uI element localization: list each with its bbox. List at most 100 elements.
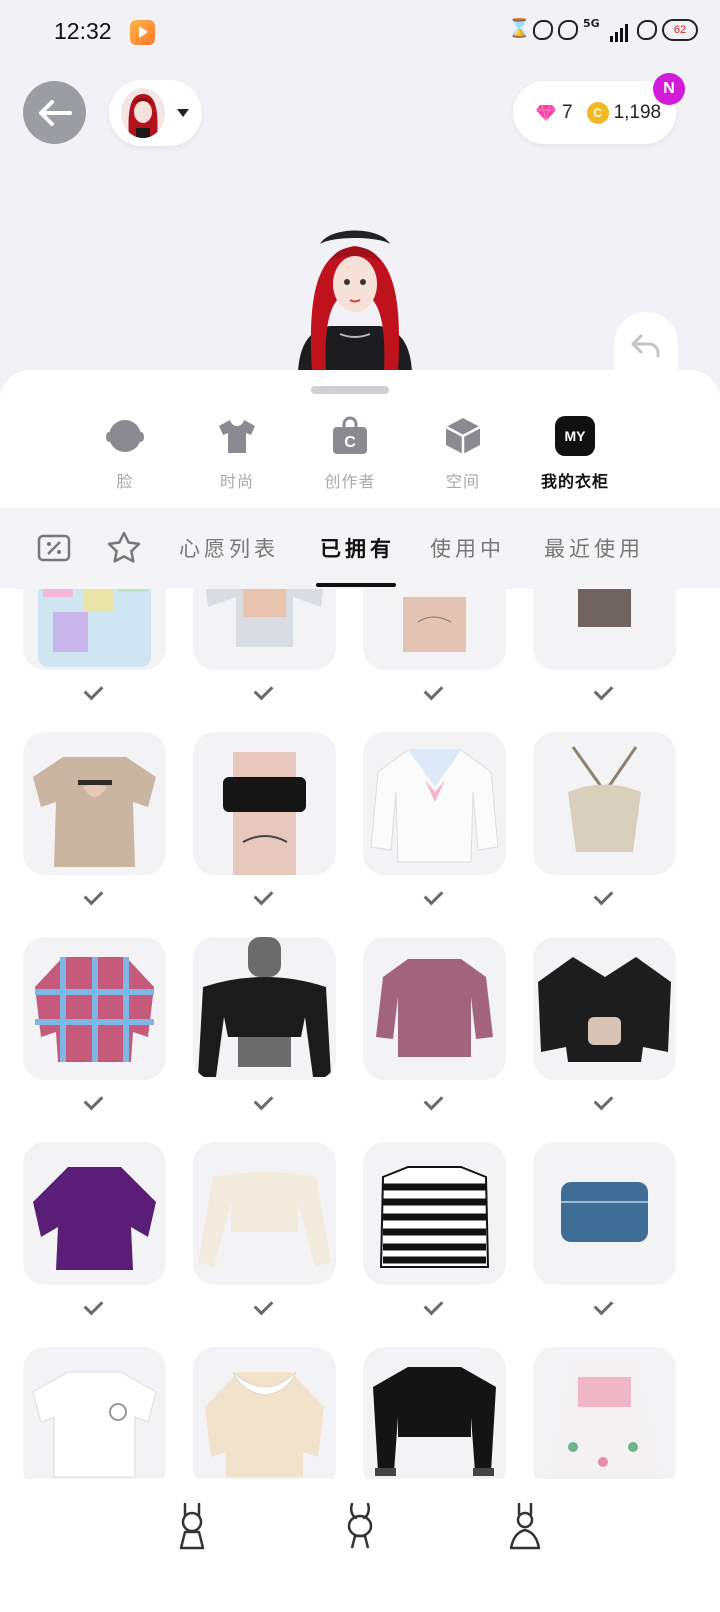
clothing-item-mauve-sweater[interactable] bbox=[363, 937, 506, 1080]
svg-text:C: C bbox=[344, 434, 356, 451]
avatar-switcher[interactable] bbox=[109, 80, 202, 146]
clothing-item-striped-tee[interactable] bbox=[363, 1142, 506, 1285]
owned-check-icon bbox=[592, 890, 618, 906]
clothing-item-beige-keyhole-tee[interactable] bbox=[23, 732, 166, 875]
clothing-thumbnail bbox=[379, 1166, 490, 1268]
clothing-item-white-sailor-sweater[interactable] bbox=[363, 732, 506, 875]
bunny-doll-icon[interactable] bbox=[172, 1502, 212, 1550]
clothing-item-cream-off-shoulder-top[interactable] bbox=[193, 1142, 336, 1285]
favorites-button[interactable] bbox=[106, 530, 142, 566]
clothing-thumbnail bbox=[33, 757, 156, 867]
clothing-item-black-off-shoulder-top[interactable] bbox=[193, 937, 336, 1080]
owned-check-icon bbox=[252, 1095, 278, 1111]
clothing-thumbnail bbox=[561, 1182, 648, 1242]
hourglass-icon bbox=[506, 18, 530, 42]
clothing-thumbnail bbox=[547, 1362, 662, 1479]
owned-check-icon bbox=[422, 1095, 448, 1111]
doodle-icon-2 bbox=[558, 20, 578, 40]
bunny-dress-icon[interactable] bbox=[505, 1502, 545, 1550]
space-cube-icon bbox=[443, 416, 483, 456]
clothing-item-white-ruffle-collar-top[interactable] bbox=[533, 589, 676, 670]
face-icon bbox=[105, 416, 145, 456]
clothing-item-denim-tube-top[interactable] bbox=[533, 1142, 676, 1285]
gem-count: 7 bbox=[562, 101, 573, 123]
character-preview[interactable] bbox=[290, 222, 420, 372]
category-label: 空间 bbox=[445, 472, 480, 491]
bunny-character-icon[interactable] bbox=[340, 1502, 380, 1550]
owned-check-icon bbox=[252, 1300, 278, 1316]
tab-recently-used[interactable]: 最近使用 bbox=[544, 533, 644, 563]
category-label: 我的衣柜 bbox=[540, 472, 609, 491]
clothing-thumbnail bbox=[35, 957, 154, 1062]
clothing-item-plaid-flannel-shirt[interactable] bbox=[23, 937, 166, 1080]
clothing-thumbnail bbox=[370, 749, 499, 863]
clothing-thumbnail bbox=[373, 1367, 496, 1476]
clothing-thumbnail bbox=[388, 589, 481, 652]
notification-badge[interactable]: N bbox=[653, 73, 685, 105]
gem-icon bbox=[536, 104, 556, 121]
status-time: 12:32 bbox=[54, 18, 112, 44]
owned-check-icon bbox=[82, 890, 108, 906]
tshirt-icon bbox=[217, 416, 257, 456]
discount-button[interactable] bbox=[36, 530, 72, 566]
owned-check-icon bbox=[252, 890, 278, 906]
clothing-thumbnail bbox=[568, 746, 641, 852]
clothing-thumbnail bbox=[205, 589, 324, 647]
clothing-item-black-bear-cardigan[interactable] bbox=[533, 937, 676, 1080]
clothing-item-white-graphic-tee[interactable] bbox=[23, 1347, 166, 1479]
tab-in-use[interactable]: 使用中 bbox=[430, 533, 505, 563]
doodle-icon-3 bbox=[637, 20, 657, 40]
network-type: 5G bbox=[583, 17, 600, 30]
owned-check-icon bbox=[422, 685, 448, 701]
bottom-nav bbox=[0, 1480, 720, 1612]
clothing-item-black-feather-crop-jacket[interactable] bbox=[363, 1347, 506, 1479]
active-tab-indicator bbox=[316, 583, 396, 587]
category-fashion[interactable]: 时尚 bbox=[192, 416, 282, 492]
clothing-item-beige-lace-halter[interactable] bbox=[533, 732, 676, 875]
clothing-thumbnail bbox=[33, 1167, 156, 1270]
clothing-item-grey-shrug-top[interactable] bbox=[193, 589, 336, 670]
tab-owned[interactable]: 已拥有 bbox=[320, 533, 395, 563]
category-creator[interactable]: C 创作者 bbox=[305, 416, 395, 492]
sheet-drag-handle[interactable] bbox=[311, 386, 389, 394]
owned-check-icon bbox=[252, 685, 278, 701]
clothing-thumbnail bbox=[538, 957, 671, 1062]
clothing-item-black-tube-top-tattoos[interactable] bbox=[193, 732, 336, 875]
tab-wishlist[interactable]: 心愿列表 bbox=[179, 533, 279, 563]
avatar bbox=[121, 88, 165, 138]
currency-balance[interactable]: 7 C 1,198 bbox=[513, 81, 676, 144]
battery-icon: 62 bbox=[662, 19, 698, 41]
category-space[interactable]: 空间 bbox=[418, 416, 508, 492]
star-icon bbox=[107, 531, 141, 563]
creator-bag-icon: C bbox=[330, 416, 370, 456]
undo-icon bbox=[631, 334, 660, 358]
owned-check-icon bbox=[82, 1095, 108, 1111]
status-bar: 12:32 5G 62 bbox=[0, 0, 720, 64]
video-app-notification-icon bbox=[130, 20, 155, 45]
doodle-icon bbox=[533, 20, 553, 40]
wardrobe-sheet: 脸 时尚 C 创作者 空间 MY 我的衣柜 心愿列表 已拥有 使用中 最近使用 bbox=[0, 370, 720, 1612]
owned-check-icon bbox=[82, 685, 108, 701]
status-icons: 5G 62 bbox=[506, 18, 698, 42]
clothing-item-cream-lace-collar-blouse[interactable] bbox=[193, 1347, 336, 1479]
clothing-item-pastel-patchwork-jacket[interactable] bbox=[23, 589, 166, 670]
clothing-thumbnail bbox=[32, 1371, 157, 1478]
category-face[interactable]: 脸 bbox=[80, 416, 170, 492]
chevron-down-icon bbox=[177, 109, 189, 117]
owned-check-icon bbox=[422, 1300, 448, 1316]
clothing-thumbnail bbox=[198, 937, 331, 1077]
category-label: 创作者 bbox=[324, 472, 376, 491]
clothing-thumbnail bbox=[198, 1172, 331, 1267]
discount-icon bbox=[37, 534, 71, 562]
my-closet-icon: MY bbox=[555, 416, 595, 456]
category-my-closet[interactable]: MY 我的衣柜 bbox=[530, 416, 620, 492]
clothing-item-floral-dress-pink-corset[interactable] bbox=[533, 1347, 676, 1479]
back-button[interactable] bbox=[23, 81, 86, 144]
signal-icon bbox=[610, 18, 632, 42]
clothing-grid bbox=[0, 589, 720, 1479]
clothing-thumbnail bbox=[38, 589, 151, 667]
owned-check-icon bbox=[592, 1300, 618, 1316]
coin-count: 1,198 bbox=[613, 101, 662, 123]
clothing-item-white-crop-top-tattoo[interactable] bbox=[363, 589, 506, 670]
clothing-item-purple-velvet-blouse[interactable] bbox=[23, 1142, 166, 1285]
